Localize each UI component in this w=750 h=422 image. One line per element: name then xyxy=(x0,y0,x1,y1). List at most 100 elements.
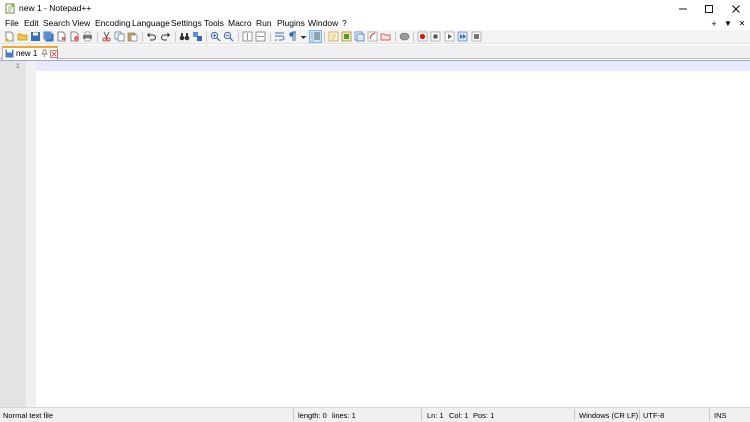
save-button[interactable] xyxy=(30,31,41,42)
toolbar-separator xyxy=(175,32,176,42)
menu-bar: File Edit Search View Encoding Language … xyxy=(0,17,750,30)
status-length: length: 0 xyxy=(298,411,327,420)
record-icon xyxy=(417,31,428,42)
toolbar-separator xyxy=(238,32,239,42)
document-list-icon xyxy=(354,31,365,42)
status-separator xyxy=(421,409,422,421)
undo-icon xyxy=(147,32,156,41)
close-document-button[interactable]: ✕ xyxy=(736,17,748,30)
status-file-type: Normal text file xyxy=(3,411,54,420)
menu-tools[interactable]: Tools xyxy=(204,18,224,28)
sync-horizontal-icon xyxy=(255,31,266,42)
menu-help[interactable]: ? xyxy=(342,18,347,28)
document-map-button[interactable] xyxy=(341,31,352,42)
stop-icon xyxy=(430,31,441,42)
new-file-icon xyxy=(5,31,14,42)
add-tab-button[interactable]: + xyxy=(708,17,720,30)
cut-button[interactable] xyxy=(101,31,112,42)
status-lines: lines: 1 xyxy=(332,411,356,420)
toolbar-separator xyxy=(324,32,325,42)
pin-icon[interactable] xyxy=(40,49,48,58)
udl-icon xyxy=(328,31,339,42)
window-title: new 1 - Notepad++ xyxy=(19,3,92,13)
status-separator xyxy=(709,409,710,421)
chevron-down-icon xyxy=(300,36,307,39)
paste-icon xyxy=(127,32,138,42)
status-insert-mode: INS xyxy=(714,411,727,420)
menu-run[interactable]: Run xyxy=(256,18,272,28)
word-wrap-icon xyxy=(275,32,285,41)
zoom-in-button[interactable] xyxy=(210,31,221,42)
menu-language[interactable]: Language xyxy=(132,18,170,28)
minimize-button[interactable] xyxy=(669,0,697,17)
print-button[interactable] xyxy=(82,31,93,42)
close-tab-icon[interactable] xyxy=(50,50,58,58)
toolbar-separator xyxy=(413,32,414,42)
close-file-icon xyxy=(57,31,66,42)
playback-macro-button[interactable] xyxy=(444,31,455,42)
menu-view[interactable]: View xyxy=(72,18,90,28)
function-list-icon xyxy=(367,31,378,42)
redo-icon xyxy=(161,32,170,41)
show-all-characters-button[interactable] xyxy=(287,31,298,42)
status-separator xyxy=(574,409,575,421)
close-window-button[interactable] xyxy=(722,0,750,17)
find-button[interactable] xyxy=(179,31,190,42)
new-file-button[interactable] xyxy=(4,31,15,42)
run-macro-multiple-button[interactable] xyxy=(457,31,468,42)
zoom-out-button[interactable] xyxy=(223,31,234,42)
user-defined-language-button[interactable] xyxy=(328,31,339,42)
menu-plugins[interactable]: Plugins xyxy=(277,18,305,28)
tab-list-dropdown[interactable]: ▼ xyxy=(722,17,734,30)
print-icon xyxy=(83,31,92,42)
show-characters-dropdown[interactable] xyxy=(298,31,307,42)
close-file-button[interactable] xyxy=(56,31,67,42)
toolbar-separator xyxy=(97,32,98,42)
word-wrap-button[interactable] xyxy=(274,31,285,42)
menu-edit[interactable]: Edit xyxy=(24,18,39,28)
redo-button[interactable] xyxy=(160,31,171,42)
title-bar: new 1 - Notepad++ xyxy=(0,0,750,17)
line-number-gutter: 1 xyxy=(0,61,26,407)
sync-vertical-scroll-button[interactable] xyxy=(242,31,253,42)
tab-new-1[interactable]: new 1 xyxy=(2,46,58,60)
status-separator xyxy=(293,409,294,421)
menu-window[interactable]: Window xyxy=(308,18,338,28)
save-macro-button[interactable] xyxy=(471,31,482,42)
maximize-button[interactable] xyxy=(695,0,723,17)
save-all-button[interactable] xyxy=(43,31,54,42)
play-icon xyxy=(444,31,455,42)
text-area[interactable] xyxy=(36,61,750,407)
menu-encoding[interactable]: Encoding xyxy=(95,18,130,28)
document-list-button[interactable] xyxy=(354,31,365,42)
fold-margin[interactable] xyxy=(26,61,36,407)
indent-guide-button[interactable] xyxy=(309,30,322,43)
save-macro-icon xyxy=(471,31,482,42)
copy-button[interactable] xyxy=(114,31,125,42)
document-map-icon xyxy=(341,31,352,42)
folder-as-workspace-button[interactable] xyxy=(380,31,391,42)
monitoring-button[interactable] xyxy=(399,31,410,42)
menu-macro[interactable]: Macro xyxy=(228,18,252,28)
sync-horizontal-scroll-button[interactable] xyxy=(255,31,266,42)
copy-icon xyxy=(114,31,125,42)
save-all-icon xyxy=(43,31,54,42)
menu-file[interactable]: File xyxy=(5,18,19,28)
undo-button[interactable] xyxy=(146,31,157,42)
minimize-icon xyxy=(679,8,687,9)
stop-recording-button[interactable] xyxy=(430,31,441,42)
menu-settings[interactable]: Settings xyxy=(171,18,202,28)
toolbar-separator xyxy=(142,32,143,42)
zoom-in-icon xyxy=(210,31,221,42)
function-list-button[interactable] xyxy=(367,31,378,42)
replace-button[interactable] xyxy=(192,31,203,42)
paste-button[interactable] xyxy=(127,31,138,42)
status-encoding: UTF-8 xyxy=(643,411,665,420)
open-file-button[interactable] xyxy=(17,31,28,42)
close-all-button[interactable] xyxy=(69,31,80,42)
toolbar xyxy=(0,30,750,44)
record-macro-button[interactable] xyxy=(417,31,428,42)
tab-bar: new 1 xyxy=(0,45,750,60)
status-eol: Windows (CR LF) xyxy=(579,411,639,420)
menu-search[interactable]: Search xyxy=(43,18,70,28)
